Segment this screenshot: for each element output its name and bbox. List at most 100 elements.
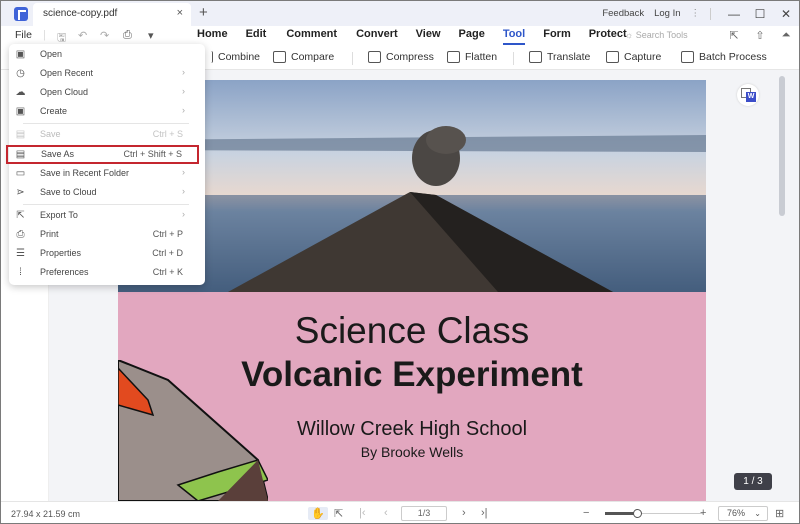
menu-item-shortcut: Ctrl + S [152,129,183,139]
menu-item-print[interactable]: ⎙ Print Ctrl + P [9,225,205,244]
cloud-upload-icon[interactable]: ⇧ [747,29,773,42]
maximize-button[interactable]: ☐ [747,7,773,21]
zoom-in-button[interactable]: + [700,507,706,519]
menu-item-label: Open [40,49,63,59]
menu-item-save-to-cloud[interactable]: ⋗ Save to Cloud › [9,183,205,202]
minimize-button[interactable]: — [721,7,747,21]
menu-item-shortcut: Ctrl + K [152,267,183,277]
menu-item-preferences[interactable]: ⁞ Preferences Ctrl + K [9,263,205,282]
fit-page-icon[interactable]: ⊞ [775,507,784,520]
zoom-slider[interactable] [605,509,703,518]
first-page-button[interactable]: |‹ [359,507,366,519]
divider [710,7,711,20]
tab-comment[interactable]: Comment [286,28,337,45]
vertical-scrollbar[interactable] [779,76,785,216]
menu-bar: File | 🖫 ↶ ↷ ⎙ ▾ Home Edit Comment Conve… [1,26,799,46]
file-menu-button[interactable]: File [15,29,32,41]
tab-view[interactable]: View [416,28,441,45]
tab-title: science-copy.pdf [43,8,118,19]
new-tab-button[interactable]: + [199,4,208,21]
flatten-button[interactable]: Flatten [447,51,497,63]
print-icon: ⎙ [16,229,25,240]
chevron-right-icon: › [182,186,185,196]
prev-page-button[interactable]: ‹ [384,507,388,519]
share-icon[interactable]: ⇱ [721,29,747,42]
redo-icon[interactable]: ↷ [100,29,109,42]
flatten-label: Flatten [465,51,498,63]
save-as-icon: ▤ [15,149,26,160]
tab-tool[interactable]: Tool [502,28,526,45]
compress-icon [368,51,381,63]
menu-item-shortcut: Ctrl + D [152,248,183,258]
tab-page[interactable]: Page [459,28,485,45]
export-icon: ⇱ [16,210,25,221]
share-icon: ⋗ [16,187,25,198]
menu-item-label: Open Cloud [40,87,89,97]
capture-button[interactable]: Capture [606,51,661,63]
search-tools-input[interactable]: ☼ Search Tools [625,30,688,40]
chevron-down-icon: ⌄ [754,509,761,518]
compare-label: Compare [291,51,335,63]
tab-close-icon[interactable]: × [177,7,183,19]
select-tool-icon[interactable]: ⇱ [334,507,343,520]
menu-item-properties[interactable]: ☰ Properties Ctrl + D [9,244,205,263]
zoom-slider-handle[interactable] [633,509,643,518]
menu-divider [23,123,189,124]
more-options-icon[interactable]: ⋮ [691,8,701,19]
menu-item-save: ▤ Save Ctrl + S [9,125,205,144]
menu-item-save-as[interactable]: ▤ Save As Ctrl + Shift + S [6,145,199,164]
next-page-button[interactable]: › [462,507,466,519]
last-page-button[interactable]: ›| [481,507,488,519]
close-window-button[interactable]: ✕ [773,7,799,21]
tab-home[interactable]: Home [197,28,228,45]
print-icon[interactable]: ⎙ [123,29,132,42]
batch-process-button[interactable]: Batch Process [681,51,767,63]
tab-form[interactable]: Form [543,28,571,45]
login-link[interactable]: Log In [654,8,680,19]
pdf-page: Science Class Volcanic Experiment Willow… [118,80,706,501]
zoom-out-button[interactable]: − [583,507,589,519]
zoom-level-select[interactable]: 76% ⌄ [718,506,768,521]
app-logo-icon [14,7,28,21]
compress-button[interactable]: Compress [368,51,434,63]
page-number-input[interactable]: 1/3 [401,506,447,521]
title-bar: science-copy.pdf × + Feedback Log In ⋮ —… [1,1,799,26]
chevron-right-icon: › [182,167,185,177]
menu-item-label: Save to Cloud [40,187,97,197]
menu-item-open-cloud[interactable]: ☁ Open Cloud › [9,83,205,102]
tab-protect[interactable]: Protect [589,28,627,45]
lightbulb-icon: ☼ [625,30,636,40]
menu-item-shortcut: Ctrl + Shift + S [123,149,182,159]
clock-icon: ◷ [16,68,25,79]
tab-convert[interactable]: Convert [356,28,398,45]
convert-to-word-icon[interactable] [737,84,759,106]
app-window: science-copy.pdf × + Feedback Log In ⋮ —… [0,0,800,524]
customize-dropdown-icon[interactable]: ▾ [148,29,154,42]
open-file-icon: ▣ [15,49,26,60]
create-file-icon: ▣ [15,106,26,117]
collapse-ribbon-icon[interactable]: ⏶ [773,29,799,42]
menu-item-open[interactable]: ▣ Open [9,45,205,64]
menu-item-label: Save [40,129,61,139]
capture-label: Capture [624,51,662,63]
zoom-level-value: 76% [727,508,746,518]
menu-item-label: Create [40,106,68,116]
compare-button[interactable]: Compare [273,51,334,63]
menu-item-open-recent[interactable]: ◷ Open Recent › [9,64,205,83]
tab-edit[interactable]: Edit [246,28,267,45]
chevron-right-icon: › [182,105,185,115]
hand-tool-icon[interactable]: ✋ [308,507,328,520]
menu-item-save-in-recent-folder[interactable]: ▭ Save in Recent Folder › [9,164,205,183]
translate-button[interactable]: Translate [529,51,590,63]
menu-item-export-to[interactable]: ⇱ Export To › [9,206,205,225]
chevron-right-icon: › [182,209,185,219]
chevron-right-icon: › [182,86,185,96]
save-icon: ▤ [15,129,26,140]
combine-icon [209,51,213,63]
undo-icon[interactable]: ↶ [78,29,87,42]
menu-item-shortcut: Ctrl + P [152,229,183,239]
feedback-link[interactable]: Feedback [602,8,644,19]
combine-button[interactable]: Combine [209,51,260,63]
menu-item-create[interactable]: ▣ Create › [9,102,205,121]
document-tab[interactable]: science-copy.pdf × [33,3,191,26]
